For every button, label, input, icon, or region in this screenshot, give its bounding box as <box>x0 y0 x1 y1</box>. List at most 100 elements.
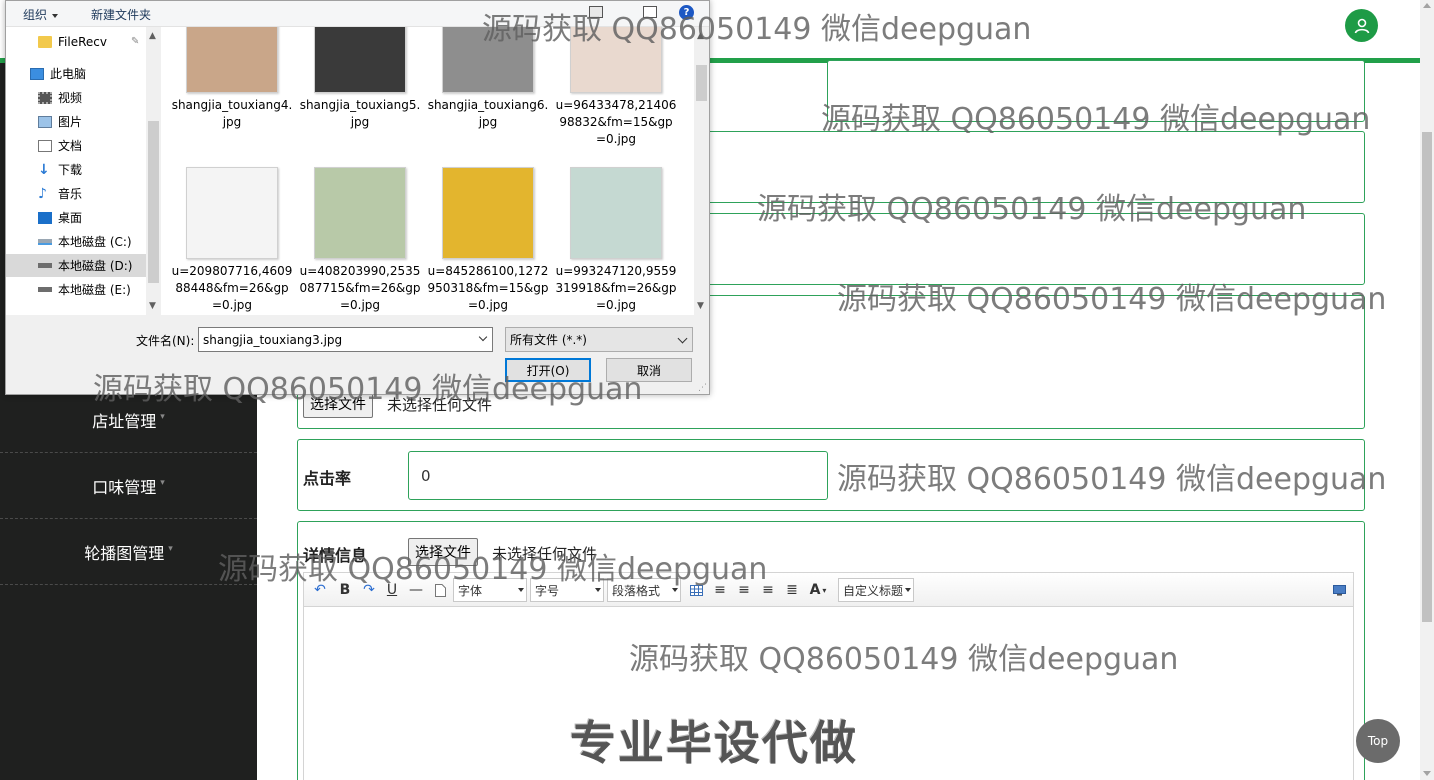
nav-item-label: 桌面 <box>58 211 83 225</box>
dialog-file-list: shangjia_touxiang4.jpg shangjia_touxiang… <box>161 27 694 315</box>
nav-item-label: 此电脑 <box>50 67 87 81</box>
filename-label: 文件名(N): <box>136 334 195 348</box>
user-avatar-icon[interactable] <box>1345 9 1378 42</box>
nav-item-music[interactable]: ♪ 音乐 <box>6 182 146 205</box>
sidebar-item-label: 轮播图管理 <box>84 543 165 563</box>
file-tile[interactable]: shangjia_touxiang4.jpg <box>171 27 292 151</box>
nav-item-drive-c[interactable]: 本地磁盘 (C:) <box>6 230 146 253</box>
watermark-text: 源码获取 QQ86050149 微信deepguan <box>93 372 643 407</box>
music-icon: ♪ <box>38 185 47 202</box>
file-tile[interactable]: shangjia_touxiang5.jpg <box>299 27 420 151</box>
nav-item-drive-e[interactable]: 本地磁盘 (E:) <box>6 278 146 301</box>
file-list-scrollbar-thumb[interactable] <box>696 65 707 101</box>
nav-item-pictures[interactable]: 图片 <box>6 110 146 133</box>
nav-item-label: 视频 <box>58 91 83 105</box>
nav-item-label: 音乐 <box>58 187 83 201</box>
file-thumbnail <box>314 167 406 259</box>
nav-item-desktop[interactable]: 桌面 <box>6 206 146 229</box>
font-color-label: A <box>809 582 821 598</box>
file-name: u=408203990,2535087715&fm=26&gp=0.jpg <box>299 264 421 312</box>
nav-item-label: 本地磁盘 (D:) <box>58 259 133 273</box>
file-name: u=993247120,9559319918&fm=26&gp=0.jpg <box>555 264 677 312</box>
nav-item-filerecv[interactable]: FileRecv ✎ <box>6 30 146 53</box>
file-name: u=96433478,2140698832&fm=15&gp=0.jpg <box>555 98 677 146</box>
file-thumbnail <box>314 27 406 93</box>
scroll-down-arrow-icon[interactable] <box>1423 771 1431 776</box>
sidebar-item-flavor[interactable]: 口味管理 ▾ <box>0 453 257 519</box>
file-thumbnail <box>570 167 662 259</box>
watermark-text: 源码获取 QQ86050149 微信deepguan <box>629 642 1179 677</box>
file-list-scroll-down-icon[interactable]: ▼ <box>697 301 704 311</box>
drive-icon <box>38 287 52 292</box>
nav-item-label: 文档 <box>58 139 83 153</box>
file-tile[interactable]: u=408203990,2535087715&fm=26&gp=0.jpg <box>299 167 421 315</box>
resize-grip-icon[interactable]: ⋰ <box>698 383 707 393</box>
sidebar-item-label: 口味管理 <box>92 477 157 497</box>
font-color-button[interactable]: A ▾ <box>808 581 828 599</box>
file-open-dialog: 组织 新建文件夹 ? FileRecv ✎ 此电脑 视频 图片 文档 ↓ 下载 ♪… <box>5 0 710 395</box>
dialog-navigation-pane: FileRecv ✎ 此电脑 视频 图片 文档 ↓ 下载 ♪ 音乐 桌面 本地磁盘 … <box>6 27 161 315</box>
caret-down-icon: ▾ <box>160 411 165 422</box>
nav-item-drive-d[interactable]: 本地磁盘 (D:) <box>6 254 146 277</box>
file-name: shangjia_touxiang6.jpg <box>427 98 549 129</box>
filename-value: shangjia_touxiang3.jpg <box>203 332 343 347</box>
file-tile[interactable]: u=993247120,9559319918&fm=26&gp=0.jpg <box>555 167 677 315</box>
file-tile[interactable]: u=209807716,460988448&fm=26&gp=0.jpg <box>171 167 292 315</box>
custom-heading-select[interactable]: 自定义标题 <box>838 578 914 602</box>
picture-icon <box>38 115 52 128</box>
editor-content-text: 专业毕设代做 <box>570 716 858 770</box>
nav-item-videos[interactable]: 视频 <box>6 86 146 109</box>
nav-item-label: 图片 <box>58 115 83 129</box>
organize-button[interactable]: 组织 <box>23 6 59 23</box>
nav-item-documents[interactable]: 文档 <box>6 134 146 157</box>
file-tile[interactable]: u=845286100,1272950318&fm=15&gp=0.jpg <box>427 167 549 315</box>
nav-item-this-pc[interactable]: 此电脑 <box>6 62 146 85</box>
file-type-filter-select[interactable]: 所有文件 (*.*) <box>505 327 693 352</box>
watermark-text: 源码获取 QQ86050149 微信deepguan <box>837 462 1387 497</box>
back-to-top-button[interactable]: Top <box>1356 719 1400 763</box>
folder-icon <box>38 35 52 48</box>
watermark-text: 源码获取 QQ86050149 微信deepguan <box>482 12 1032 47</box>
new-folder-button[interactable]: 新建文件夹 <box>91 6 151 23</box>
file-thumbnail <box>186 27 278 93</box>
nav-scrollbar-thumb[interactable] <box>148 121 159 283</box>
drive-icon <box>38 238 52 245</box>
watermark-text: 源码获取 QQ86050149 微信deepguan <box>821 102 1371 137</box>
chevron-down-icon <box>677 333 688 344</box>
click-rate-label: 点击率 <box>303 469 352 488</box>
nav-item-label: 本地磁盘 (C:) <box>58 235 132 249</box>
watermark-text: 源码获取 QQ86050149 微信deepguan <box>757 192 1307 227</box>
document-icon <box>38 139 52 152</box>
file-name: shangjia_touxiang4.jpg <box>171 98 293 129</box>
caret-down-icon: ▾ <box>168 543 173 554</box>
pin-icon[interactable]: ✎ <box>131 36 139 47</box>
download-icon: ↓ <box>38 161 50 178</box>
caret-down-icon: ▾ <box>160 477 165 488</box>
page-scrollbar-thumb[interactable] <box>1422 132 1432 622</box>
nav-item-label: 下载 <box>58 163 83 177</box>
computer-icon <box>30 67 44 80</box>
nav-scroll-down-icon[interactable]: ▼ <box>149 301 156 311</box>
video-icon <box>38 91 52 104</box>
align-justify-icon[interactable]: ≣ <box>782 581 802 599</box>
nav-item-downloads[interactable]: ↓ 下载 <box>6 158 146 181</box>
chevron-down-icon[interactable] <box>478 332 488 342</box>
file-name: u=845286100,1272950318&fm=15&gp=0.jpg <box>427 264 549 312</box>
custom-heading-value: 自定义标题 <box>843 583 904 598</box>
nav-scroll-up-icon[interactable]: ▲ <box>149 31 156 41</box>
organize-label: 组织 <box>23 8 48 22</box>
file-type-filter-value: 所有文件 (*.*) <box>510 333 587 347</box>
fullscreen-icon[interactable] <box>1329 581 1349 599</box>
scroll-up-arrow-icon[interactable] <box>1423 3 1431 8</box>
watermark-text: 源码获取 QQ86050149 微信deepguan <box>218 552 768 587</box>
desktop-icon <box>38 211 52 224</box>
file-thumbnail <box>186 167 278 259</box>
sidebar-item-label: 店址管理 <box>92 411 157 431</box>
file-thumbnail <box>442 167 534 259</box>
watermark-text: 源码获取 QQ86050149 微信deepguan <box>837 282 1387 317</box>
file-name: u=209807716,460988448&fm=26&gp=0.jpg <box>171 264 293 312</box>
filename-input[interactable]: shangjia_touxiang3.jpg <box>198 327 493 352</box>
drive-icon <box>38 263 52 268</box>
click-rate-input[interactable]: 0 <box>408 451 828 500</box>
nav-item-label: 本地磁盘 (E:) <box>58 283 131 297</box>
